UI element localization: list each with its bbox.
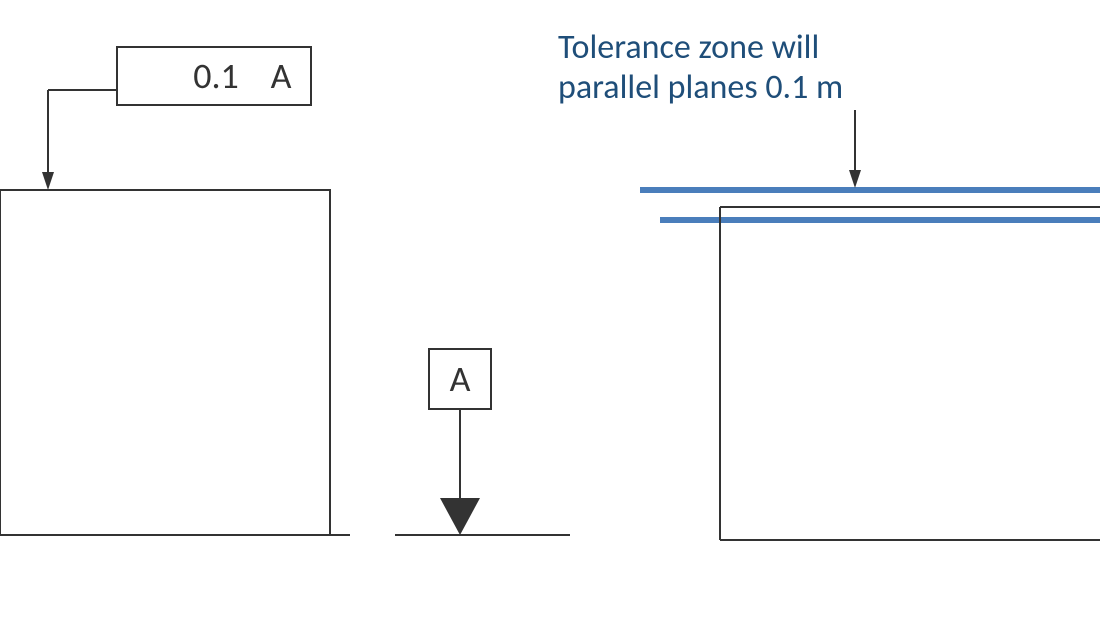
fcf-datum-cell: A [252, 46, 312, 106]
fcf-leader-arrowhead [42, 172, 54, 190]
fcf-datum-letter: A [271, 54, 292, 98]
fcf-tolerance-value: 0.1 [193, 54, 239, 98]
annotation-arrowhead [849, 170, 861, 188]
fcf-symbol-cell: // [116, 46, 182, 106]
left-block [0, 190, 330, 535]
datum-triangle [440, 498, 480, 535]
annotation-line1: Tolerance zone will [558, 28, 819, 69]
datum-label-text: A [450, 357, 471, 401]
datum-label-box: A [428, 348, 492, 410]
annotation-line2: parallel planes 0.1 m [558, 68, 843, 109]
diagram-container: // 0.1 A A Tolerance zone will parallel … [0, 0, 1100, 619]
fcf-tolerance-cell: 0.1 [180, 46, 254, 106]
